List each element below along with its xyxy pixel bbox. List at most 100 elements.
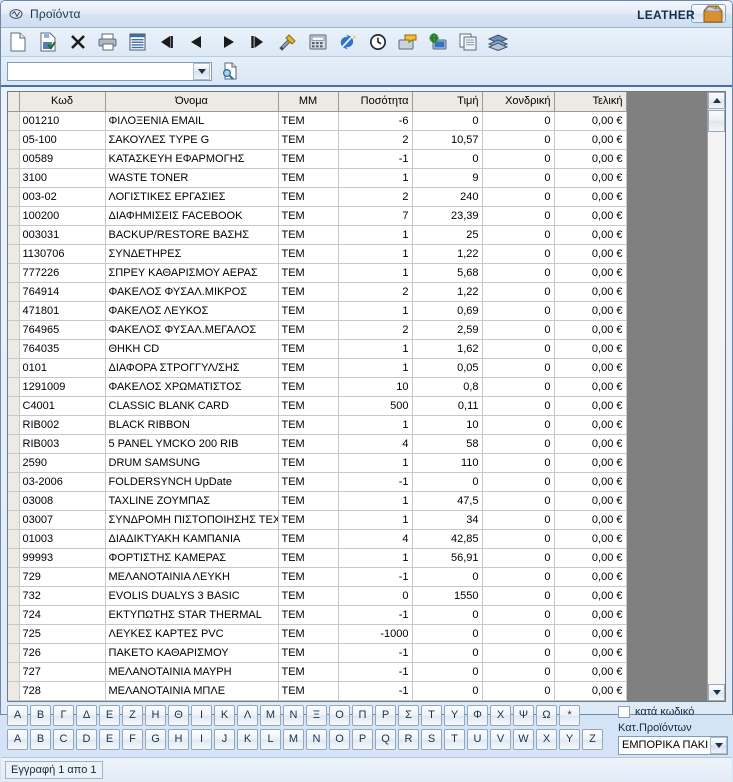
alpha-latin-button-P[interactable]: P	[352, 728, 373, 750]
table-row[interactable]: 100200 ΔΙΑΦΗΜΙΣΕΙΣ FACEBOOK ΤΕΜ 7 23,39 0 0,00…	[8, 206, 627, 226]
alpha-greek-button-Ε[interactable]: Ε	[99, 704, 120, 726]
row-selector[interactable]	[8, 168, 20, 188]
row-selector[interactable]	[8, 263, 20, 283]
table-row[interactable]: 03008 TAXLINE ΖΟΥΜΠΑΣ ΤΕΜ 1 47,5 0 0,00 €	[8, 491, 627, 511]
column-header-select[interactable]	[8, 92, 20, 112]
table-row[interactable]: 3100 WASTE TONER ΤΕΜ 1 9 0 0,00 €	[8, 168, 627, 188]
alpha-latin-button-R[interactable]: R	[398, 728, 419, 750]
alpha-greek-button-Ζ[interactable]: Ζ	[122, 704, 143, 726]
alpha-greek-button-Θ[interactable]: Θ	[168, 704, 189, 726]
grid-icon[interactable]	[125, 30, 150, 54]
table-row[interactable]: 471801 ΦΑΚΕΛΟΣ ΛΕΥΚΟΣ ΤΕΜ 1 0,69 0 0,00 €	[8, 301, 627, 321]
column-header-quantity[interactable]: Ποσότητα	[338, 92, 413, 112]
table-row[interactable]: 2590 DRUM SAMSUNG ΤΕΜ 1 110 0 0,00 €	[8, 453, 627, 473]
clock-icon[interactable]	[365, 30, 390, 54]
alpha-latin-button-T[interactable]: T	[444, 728, 465, 750]
table-row[interactable]: 03-2006 FOLDERSYNCH UpDate ΤΕΜ -1 0 0 0,00 €	[8, 472, 627, 492]
column-header-wholesale[interactable]: Χονδρική	[482, 92, 555, 112]
table-row[interactable]: 726 ΠΑΚΕΤΟ ΚΑΘΑΡΙΣΜΟΥ ΤΕΜ -1 0 0 0,00 €	[8, 643, 627, 663]
alpha-latin-button-B[interactable]: B	[30, 728, 51, 750]
row-selector[interactable]	[8, 510, 20, 530]
row-selector[interactable]	[8, 567, 20, 587]
row-selector[interactable]	[8, 282, 20, 302]
table-row[interactable]: RIB002 BLACK RIBBON ΤΕΜ 1 10 0 0,00 €	[8, 415, 627, 435]
table-row[interactable]: 99993 ΦΟΡΤΙΣΤΗΣ ΚΑΜΕΡΑΣ ΤΕΜ 1 56,91 0 0,00 €	[8, 548, 627, 568]
category-combo[interactable]: ΕΜΠΟΡΙΚΑ ΠΑΚΙ	[618, 735, 728, 755]
delete-icon[interactable]	[65, 30, 90, 54]
save-icon[interactable]	[35, 30, 60, 54]
calculator-icon[interactable]	[305, 30, 330, 54]
row-selector[interactable]	[8, 358, 20, 378]
next-record-icon[interactable]	[215, 30, 240, 54]
alpha-latin-button-Y[interactable]: Y	[559, 728, 580, 750]
row-selector[interactable]	[8, 662, 20, 682]
tools-icon[interactable]	[275, 30, 300, 54]
row-selector[interactable]	[8, 149, 20, 169]
alpha-latin-button-W[interactable]: W	[513, 728, 534, 750]
alpha-latin-button-F[interactable]: F	[122, 728, 143, 750]
alpha-latin-button-I[interactable]: I	[191, 728, 212, 750]
layers-icon[interactable]	[485, 30, 510, 54]
alpha-latin-button-H[interactable]: H	[168, 728, 189, 750]
column-header-unit[interactable]: ΜΜ	[278, 92, 339, 112]
alpha-greek-button-Δ[interactable]: Δ	[76, 704, 97, 726]
network-icon[interactable]	[425, 30, 450, 54]
table-row[interactable]: 003031 BACKUP/RESTORE ΒΑΣΗΣ ΤΕΜ 1 25 0 0,00 €	[8, 225, 627, 245]
table-row[interactable]: 01003 ΔΙΑΔΙΚΤΥΑΚΗ ΚΑΜΠΑΝΙΑ ΤΕΜ 4 42,85 0 0,00 …	[8, 529, 627, 549]
alpha-greek-button-Χ[interactable]: Χ	[490, 704, 511, 726]
alpha-greek-button-Α[interactable]: Α	[7, 704, 28, 726]
products-grid-scroll[interactable]: Κωδ Όνομα ΜΜ Ποσότητα Τιμή Χονδρική Τελι…	[8, 92, 707, 701]
table-row[interactable]: 003-02 ΛΟΓΙΣΤΙΚΕΣ ΕΡΓΑΣΙΕΣ ΤΕΜ 2 240 0 0,00 €	[8, 187, 627, 207]
row-selector[interactable]	[8, 529, 20, 549]
alpha-latin-button-A[interactable]: A	[7, 728, 28, 750]
alpha-greek-button-Κ[interactable]: Κ	[214, 704, 235, 726]
table-row[interactable]: 777226 ΣΠΡΕΥ ΚΑΘΑΡΙΣΜΟΥ ΑΕΡΑΣ ΤΕΜ 1 5,68 0 0,0…	[8, 263, 627, 283]
scroll-up-button[interactable]	[708, 92, 725, 109]
new-icon[interactable]	[5, 30, 30, 54]
column-header-name[interactable]: Όνομα	[105, 92, 279, 112]
row-selector[interactable]	[8, 453, 20, 473]
scroll-down-button[interactable]	[708, 683, 725, 701]
row-selector[interactable]	[8, 377, 20, 397]
first-record-icon[interactable]	[155, 30, 180, 54]
alpha-latin-button-Z[interactable]: Z	[582, 728, 603, 750]
column-header-code[interactable]: Κωδ	[19, 92, 106, 112]
print-icon[interactable]	[95, 30, 120, 54]
column-header-price[interactable]: Τιμή	[412, 92, 483, 112]
table-row[interactable]: 728 ΜΕΛΑΝΟΤΑΙΝΙΑ ΜΠΛΕ ΤΕΜ -1 0 0 0,00 €	[8, 681, 627, 701]
alpha-latin-button-G[interactable]: G	[145, 728, 166, 750]
row-selector[interactable]	[8, 681, 20, 701]
alpha-latin-button-Q[interactable]: Q	[375, 728, 396, 750]
alpha-latin-button-E[interactable]: E	[99, 728, 120, 750]
table-row[interactable]: C4001 CLASSIC BLANK CARD ΤΕΜ 500 0,11 0 0,00 €	[8, 396, 627, 416]
row-selector[interactable]	[8, 206, 20, 226]
last-record-icon[interactable]	[245, 30, 270, 54]
table-row[interactable]: 03007 ΣΥΝΔΡΟΜΗ ΠΙΣΤΟΠΟΙΗΣΗΣ ΤΕΧΝΙΙ ΤΕΜ 1 34 0…	[8, 510, 627, 530]
column-header-final[interactable]: Τελική	[554, 92, 627, 112]
table-row[interactable]: 00589 ΚΑΤΑΣΚΕΥΗ ΕΦΑΡΜΟΓΗΣ ΤΕΜ -1 0 0 0,00 €	[8, 149, 627, 169]
alpha-greek-button-Ρ[interactable]: Ρ	[375, 704, 396, 726]
row-selector[interactable]	[8, 130, 20, 150]
table-row[interactable]: 724 ΕΚΤΥΠΩΤΗΣ STAR THERMAL ΤΕΜ -1 0 0 0,00 €	[8, 605, 627, 625]
alpha-greek-button-Η[interactable]: Η	[145, 704, 166, 726]
alpha-greek-button-Λ[interactable]: Λ	[237, 704, 258, 726]
row-selector[interactable]	[8, 187, 20, 207]
alpha-latin-button-K[interactable]: K	[237, 728, 258, 750]
alpha-latin-button-L[interactable]: L	[260, 728, 281, 750]
alpha-greek-button-Φ[interactable]: Φ	[467, 704, 488, 726]
scroll-track[interactable]	[708, 109, 725, 684]
alpha-greek-button-Π[interactable]: Π	[352, 704, 373, 726]
row-selector[interactable]	[8, 339, 20, 359]
row-selector[interactable]	[8, 624, 20, 644]
alpha-latin-button-M[interactable]: M	[283, 728, 304, 750]
table-row[interactable]: 729 ΜΕΛΑΝΟΤΑΙΝΙΑ ΛΕΥΚΗ ΤΕΜ -1 0 0 0,00 €	[8, 567, 627, 587]
alpha-latin-button-V[interactable]: V	[490, 728, 511, 750]
alpha-greek-button-Ο[interactable]: Ο	[329, 704, 350, 726]
alpha-greek-button-Υ[interactable]: Υ	[444, 704, 465, 726]
row-selector[interactable]	[8, 225, 20, 245]
table-row[interactable]: RIB003 5 PANEL YMCKO 200 RIB ΤΕΜ 4 58 0 0,00 €	[8, 434, 627, 454]
row-selector[interactable]	[8, 320, 20, 340]
scroll-thumb[interactable]	[708, 110, 725, 132]
alpha-latin-button-N[interactable]: N	[306, 728, 327, 750]
alpha-greek-button-Τ[interactable]: Τ	[421, 704, 442, 726]
